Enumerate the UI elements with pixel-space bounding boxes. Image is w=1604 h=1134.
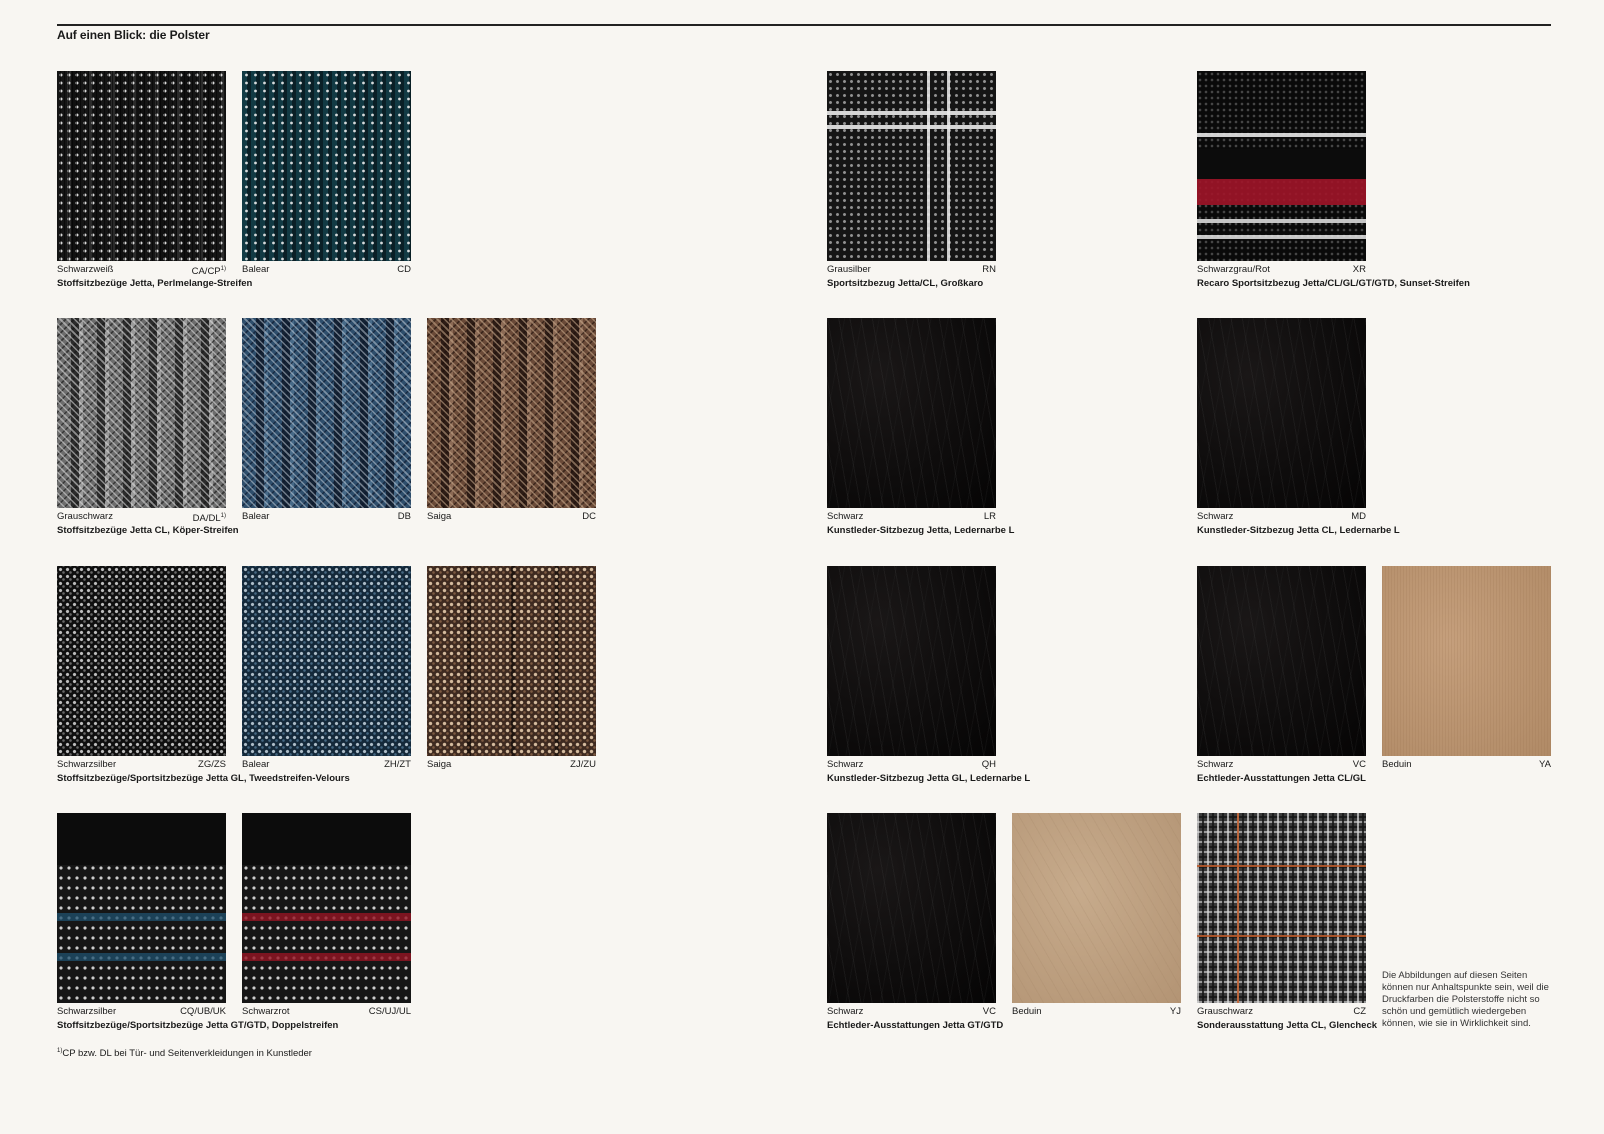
- fabric-swatch: Grausilber RN: [827, 71, 996, 275]
- fabric-swatch: Beduin YA: [1382, 566, 1551, 770]
- fabric-sample: [1197, 71, 1366, 261]
- fabric-sample: [1012, 813, 1181, 1003]
- group-caption: Echtleder-Ausstattungen Jetta CL/GL: [1197, 773, 1366, 784]
- color-code: DC: [582, 511, 596, 522]
- group-caption: Stoffsitzbezüge Jetta CL, Köper-Streifen: [57, 525, 239, 536]
- color-code: ZG/ZS: [198, 759, 226, 770]
- fabric-sample: [242, 71, 411, 261]
- fabric-sample: [57, 566, 226, 756]
- fabric-swatch: Schwarz QH: [827, 566, 996, 770]
- fabric-sample: [57, 71, 226, 261]
- footnote-text: CP bzw. DL bei Tür- und Seitenverkleidun…: [62, 1048, 312, 1060]
- color-name: Grauschwarz: [57, 511, 113, 522]
- fabric-swatch: Schwarz LR: [827, 318, 996, 522]
- fabric-swatch: Saiga DC: [427, 318, 596, 522]
- footnote: 1)CP bzw. DL bei Tür- und Seitenverkleid…: [57, 1048, 312, 1059]
- fabric-swatch: Grauschwarz DA/DL1): [57, 318, 226, 524]
- group-caption: Kunstleder-Sitzbezug Jetta GL, Ledernarb…: [827, 773, 1031, 784]
- color-name: Schwarzsilber: [57, 1006, 117, 1017]
- color-name: Balear: [242, 511, 270, 522]
- color-code: DB: [397, 511, 411, 522]
- fabric-sample: [1197, 813, 1366, 1003]
- fabric-swatch: Balear DB: [242, 318, 411, 522]
- fabric-swatch: Beduin YJ: [1012, 813, 1181, 1017]
- color-code: CS/UJ/UL: [368, 1006, 411, 1017]
- color-name: Grauschwarz: [1197, 1006, 1253, 1017]
- color-name: Grausilber: [827, 264, 871, 275]
- color-name: Balear: [242, 264, 270, 275]
- fabric-swatch: Schwarzweiß CA/CP1): [57, 71, 226, 277]
- color-code: MD: [1351, 511, 1366, 522]
- group-caption: Echtleder-Ausstattungen Jetta GT/GTD: [827, 1020, 1004, 1031]
- fabric-swatch: Schwarzsilber CQ/UB/UK: [57, 813, 226, 1017]
- color-code: VC: [982, 1006, 996, 1017]
- fabric-sample: [427, 318, 596, 508]
- footnote-mark: 1): [220, 513, 226, 519]
- group-caption: Sonderausstattung Jetta CL, Glencheck: [1197, 1020, 1378, 1031]
- top-rule: [57, 24, 1551, 26]
- fabric-sample: [57, 318, 226, 508]
- group-caption: Stoffsitzbezüge/Sportsitzbezüge Jetta GT…: [57, 1020, 339, 1031]
- fabric-swatch: Schwarzrot CS/UJ/UL: [242, 813, 411, 1017]
- color-name: Saiga: [427, 511, 452, 522]
- group-caption: Recaro Sportsitzbezug Jetta/CL/GL/GT/GTD…: [1197, 278, 1470, 289]
- footnote-mark: 1): [220, 266, 226, 272]
- color-code: XR: [1352, 264, 1366, 275]
- color-name: Saiga: [427, 759, 452, 770]
- color-name: Schwarzsilber: [57, 759, 117, 770]
- fabric-sample: [1197, 318, 1366, 508]
- color-name: Schwarzrot: [242, 1006, 290, 1017]
- fabric-swatch: Schwarzsilber ZG/ZS: [57, 566, 226, 770]
- fabric-sample: [242, 813, 411, 1003]
- disclaimer-note: Die Abbildungen auf diesen Seiten können…: [1382, 970, 1549, 1029]
- fabric-sample: [827, 566, 996, 756]
- fabric-swatch: Schwarz VC: [827, 813, 996, 1017]
- fabric-swatch: Schwarzgrau/Rot XR: [1197, 71, 1366, 275]
- color-name: Schwarz: [827, 759, 864, 770]
- color-name: Beduin: [1012, 1006, 1042, 1017]
- fabric-sample: [242, 318, 411, 508]
- color-code: QH: [981, 759, 996, 770]
- color-code: ZH/ZT: [384, 759, 411, 770]
- fabric-sample: [1197, 566, 1366, 756]
- color-code: CD: [397, 264, 411, 275]
- group-caption: Stoffsitzbezüge Jetta, Perlmelange-Strei…: [57, 278, 253, 289]
- color-code: CZ: [1353, 1006, 1366, 1017]
- fabric-swatch: Balear ZH/ZT: [242, 566, 411, 770]
- color-code: CA/CP: [191, 266, 221, 278]
- color-name: Beduin: [1382, 759, 1412, 770]
- fabric-sample: [57, 813, 226, 1003]
- color-name: Balear: [242, 759, 270, 770]
- fabric-sample: [427, 566, 596, 756]
- group-caption: Kunstleder-Sitzbezug Jetta CL, Ledernarb…: [1197, 525, 1400, 536]
- color-code: CQ/UB/UK: [180, 1006, 226, 1017]
- color-code: YA: [1539, 759, 1551, 770]
- fabric-sample: [1382, 566, 1551, 756]
- fabric-swatch: Schwarz VC: [1197, 566, 1366, 770]
- fabric-swatch: Saiga ZJ/ZU: [427, 566, 596, 770]
- group-caption: Sportsitzbezug Jetta/CL, Großkaro: [827, 278, 984, 289]
- fabric-swatch: Grauschwarz CZ: [1197, 813, 1366, 1017]
- fabric-sample: [827, 71, 996, 261]
- page-title: Auf einen Blick: die Polster: [57, 28, 210, 42]
- color-code: LR: [983, 511, 996, 522]
- color-name: Schwarz: [1197, 759, 1234, 770]
- color-code: RN: [982, 264, 996, 275]
- color-name: Schwarz: [827, 1006, 864, 1017]
- fabric-sample: [827, 813, 996, 1003]
- color-code: VC: [1352, 759, 1366, 770]
- color-code: YJ: [1169, 1006, 1181, 1017]
- color-name: Schwarz: [1197, 511, 1234, 522]
- color-code: ZJ/ZU: [570, 759, 596, 770]
- group-caption: Kunstleder-Sitzbezug Jetta, Ledernarbe L: [827, 525, 1015, 536]
- fabric-sample: [827, 318, 996, 508]
- fabric-sample: [242, 566, 411, 756]
- color-code: DA/DL: [192, 513, 221, 525]
- color-name: Schwarzweiß: [57, 264, 114, 275]
- fabric-swatch: Schwarz MD: [1197, 318, 1366, 522]
- color-name: Schwarzgrau/Rot: [1197, 264, 1270, 275]
- fabric-swatch: Balear CD: [242, 71, 411, 275]
- color-name: Schwarz: [827, 511, 864, 522]
- group-caption: Stoffsitzbezüge/Sportsitzbezüge Jetta GL…: [57, 773, 350, 784]
